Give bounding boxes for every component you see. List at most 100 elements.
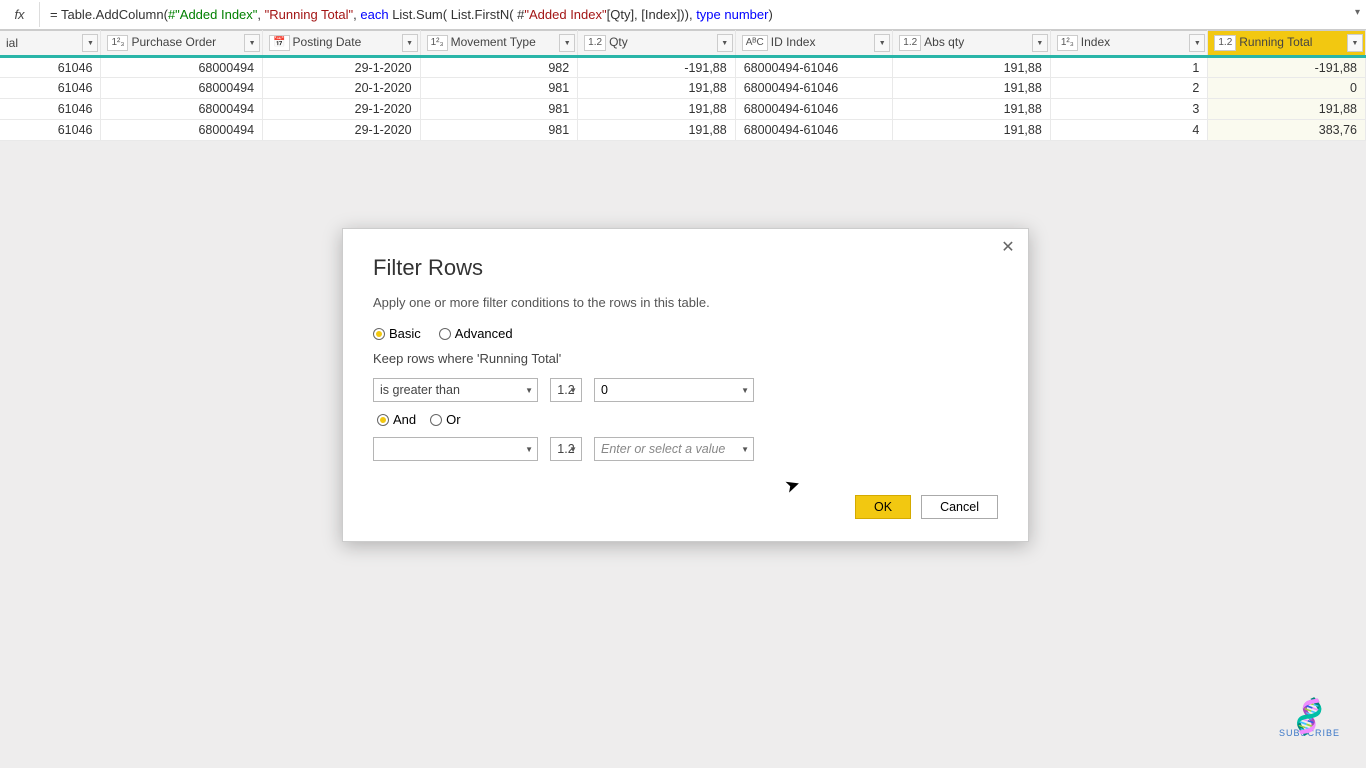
chevron-down-icon: ▼ [525,386,533,395]
column-header[interactable]: 1²₃Movement Type▼ [420,31,578,57]
advanced-label: Advanced [455,326,513,341]
or-radio[interactable]: Or [430,412,460,427]
table-cell[interactable]: 981 [420,78,578,99]
table-cell[interactable]: 68000494-61046 [735,78,893,99]
column-header[interactable]: 1.2Running Total▼ [1208,31,1366,57]
f-close: ) [768,7,772,22]
table-cell[interactable]: 29-1-2020 [263,57,421,78]
column-dropdown-icon[interactable]: ▼ [559,34,575,52]
type-icon: 1.2 [584,35,606,51]
filter-condition-2: ▼ 1.2▼ ▼ [373,437,998,461]
column-label: Abs qty [924,35,964,49]
operator-combo-2[interactable]: ▼ [373,437,538,461]
type-icon: 1²₃ [1057,35,1078,51]
table-cell[interactable]: 191,88 [578,120,736,141]
column-header[interactable]: AᴮCID Index▼ [735,31,893,57]
table-row[interactable]: 610466800049429-1-2020981191,8868000494-… [0,120,1366,141]
value-input[interactable] [601,383,747,397]
column-header[interactable]: 📅Posting Date▼ [263,31,421,57]
f-type: type [696,7,721,22]
value-combo-2[interactable]: ▼ [594,437,754,461]
table-cell[interactable]: 4 [1050,120,1208,141]
table-cell[interactable]: 68000494-61046 [735,99,893,120]
column-dropdown-icon[interactable]: ▼ [1347,34,1363,52]
table-cell[interactable]: 61046 [0,78,101,99]
basic-label: Basic [389,326,421,341]
table-row[interactable]: 610466800049420-1-2020981191,8868000494-… [0,78,1366,99]
and-radio[interactable]: And [377,412,416,427]
basic-radio[interactable]: Basic [373,326,421,341]
column-dropdown-icon[interactable]: ▼ [244,34,260,52]
mode-radio-row: Basic Advanced [373,326,998,341]
column-header[interactable]: 1.2Abs qty▼ [893,31,1051,57]
chevron-down-icon: ▼ [741,445,749,454]
column-dropdown-icon[interactable]: ▼ [1189,34,1205,52]
f-fn: Table.AddColumn [61,7,164,22]
table-cell[interactable]: -191,88 [578,57,736,78]
table-cell[interactable]: 61046 [0,57,101,78]
type-combo-2[interactable]: 1.2▼ [550,437,582,461]
table-row[interactable]: 610466800049429-1-2020981191,8868000494-… [0,99,1366,120]
table-cell[interactable]: 981 [420,120,578,141]
type-icon: 1²₃ [427,35,448,51]
operator-combo[interactable]: is greater than▼ [373,378,538,402]
table-cell[interactable]: 191,88 [893,99,1051,120]
table-cell[interactable]: -191,88 [1208,57,1366,78]
column-dropdown-icon[interactable]: ▼ [82,34,98,52]
table-cell[interactable]: 61046 [0,99,101,120]
column-dropdown-icon[interactable]: ▼ [717,34,733,52]
table-cell[interactable]: 191,88 [1208,99,1366,120]
close-icon[interactable]: ✕ [996,235,1020,259]
table-cell[interactable]: 191,88 [893,57,1051,78]
value-input-2[interactable] [601,442,747,456]
table-cell[interactable]: 68000494 [101,120,263,141]
column-dropdown-icon[interactable]: ▼ [1032,34,1048,52]
value-combo[interactable]: ▼ [594,378,754,402]
table-cell[interactable]: 383,76 [1208,120,1366,141]
column-header[interactable]: 1.2Qty▼ [578,31,736,57]
type-icon: 1²₃ [107,35,128,51]
and-label: And [393,412,416,427]
table-row[interactable]: 610466800049429-1-2020982-191,8868000494… [0,57,1366,78]
subscribe-badge: 🧬 SUBSCRIBE [1279,706,1340,738]
table-cell[interactable]: 3 [1050,99,1208,120]
table-cell[interactable]: 1 [1050,57,1208,78]
table-cell[interactable]: 191,88 [893,78,1051,99]
table-cell[interactable]: 68000494 [101,78,263,99]
column-header[interactable]: ial▼ [0,31,101,57]
keep-rows-label: Keep rows where 'Running Total' [373,351,998,366]
table-cell[interactable]: 191,88 [578,99,736,120]
radio-dot-icon [377,414,389,426]
column-dropdown-icon[interactable]: ▼ [874,34,890,52]
formula-expand-icon[interactable]: ▾ [1355,7,1360,18]
table-cell[interactable]: 20-1-2020 [263,78,421,99]
radio-dot-icon [373,328,385,340]
column-header[interactable]: 1²₃Purchase Order▼ [101,31,263,57]
f-s1: , [257,7,264,22]
table-cell[interactable]: 68000494-61046 [735,120,893,141]
table-cell[interactable]: 0 [1208,78,1366,99]
type-combo[interactable]: 1.2▼ [550,378,582,402]
table-cell[interactable]: 68000494 [101,99,263,120]
cancel-button[interactable]: Cancel [921,495,998,519]
ok-button[interactable]: OK [855,495,911,519]
table-cell[interactable]: 191,88 [578,78,736,99]
table-cell[interactable]: 68000494 [101,57,263,78]
column-header[interactable]: 1²₃Index▼ [1050,31,1208,57]
table-cell[interactable]: 191,88 [893,120,1051,141]
table-cell[interactable]: 61046 [0,120,101,141]
advanced-radio[interactable]: Advanced [439,326,513,341]
formula-text[interactable]: = Table.AddColumn(#"Added Index", "Runni… [40,7,1366,23]
table-cell[interactable]: 29-1-2020 [263,120,421,141]
dialog-description: Apply one or more filter conditions to t… [373,295,998,310]
f-a1: #"Added Index" [168,7,257,22]
radio-dot-icon [439,328,451,340]
table-cell[interactable]: 29-1-2020 [263,99,421,120]
chevron-down-icon: ▼ [741,386,749,395]
type-icon: AᴮC [742,35,768,51]
table-cell[interactable]: 68000494-61046 [735,57,893,78]
table-cell[interactable]: 981 [420,99,578,120]
table-cell[interactable]: 982 [420,57,578,78]
table-cell[interactable]: 2 [1050,78,1208,99]
column-dropdown-icon[interactable]: ▼ [402,34,418,52]
